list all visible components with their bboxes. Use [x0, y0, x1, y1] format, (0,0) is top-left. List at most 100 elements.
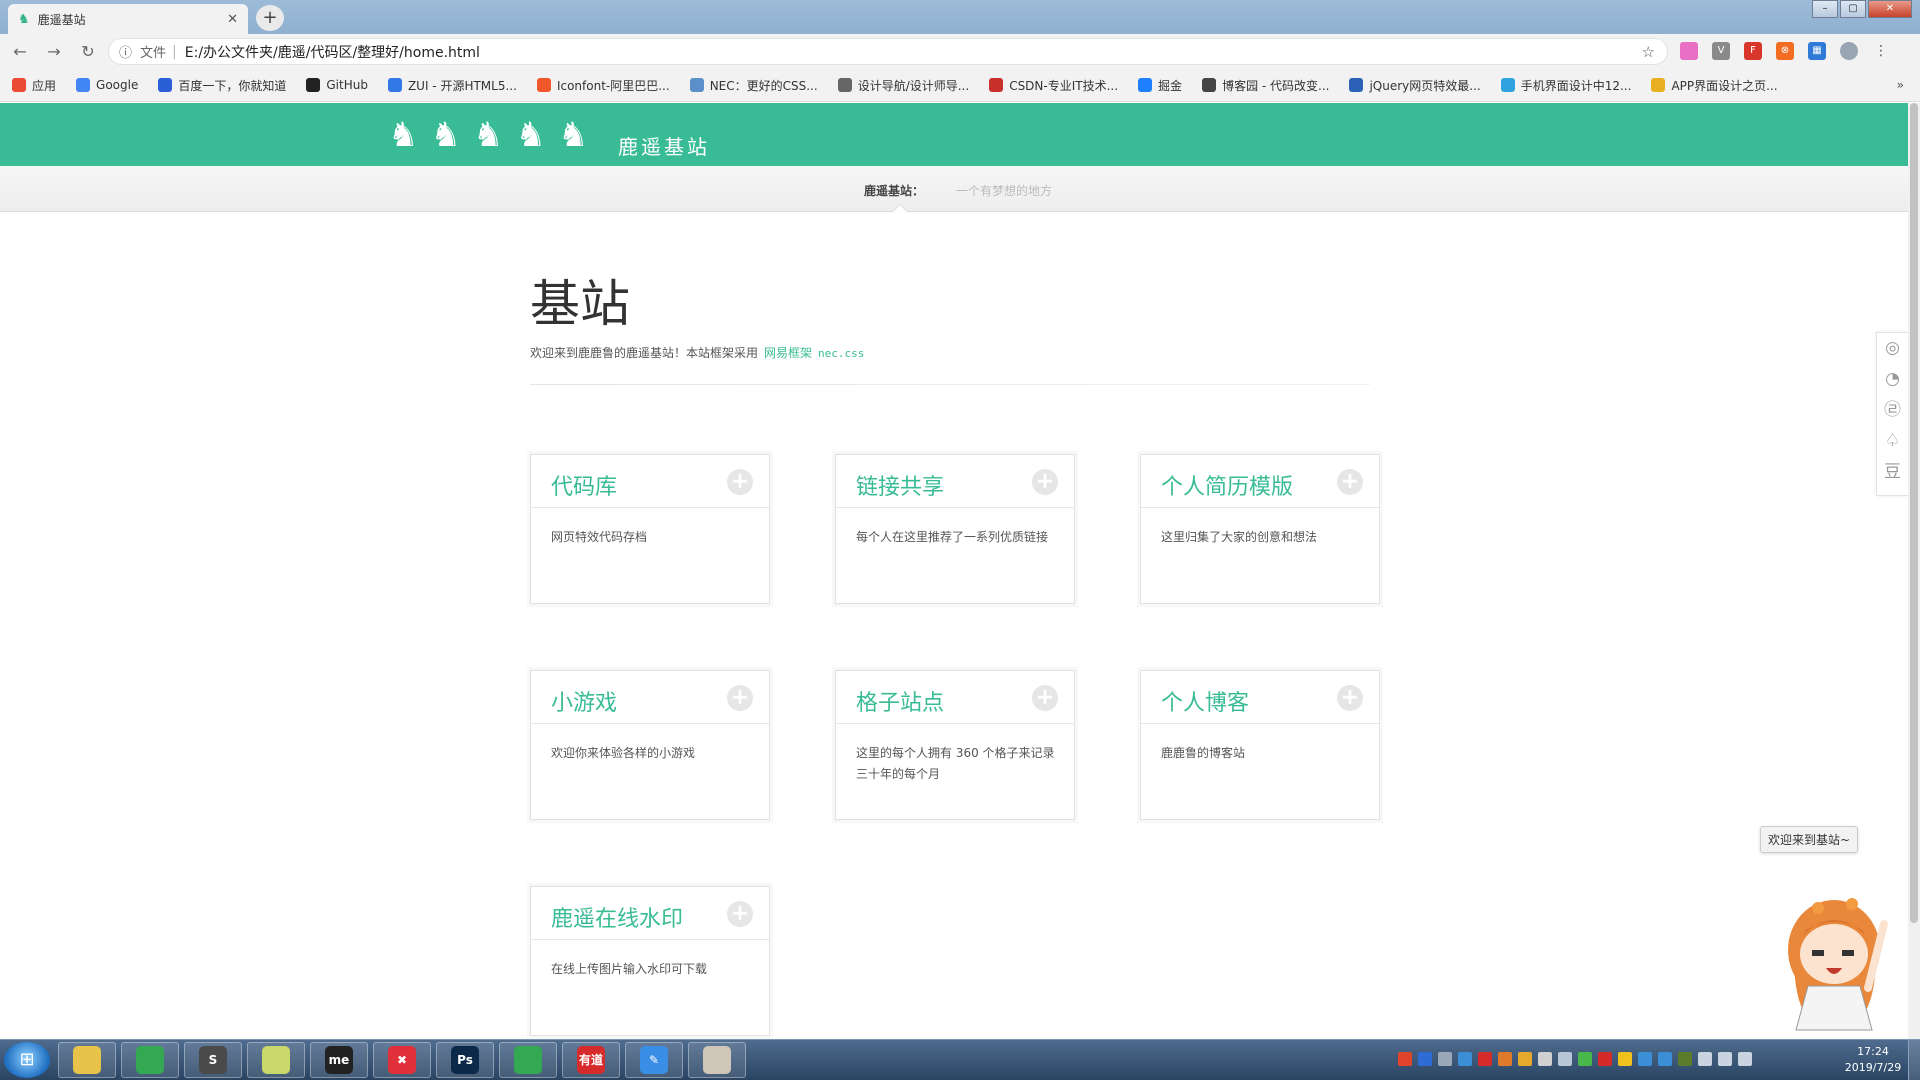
extension-icon[interactable]: ▦: [1808, 42, 1826, 60]
bookmark-item[interactable]: 百度一下，你就知道: [158, 77, 286, 94]
flag-icon[interactable]: [1718, 1052, 1732, 1066]
volume-icon[interactable]: [1698, 1052, 1712, 1066]
card-title[interactable]: 个人简历模版: [1161, 469, 1293, 501]
address-url[interactable]: E:/办公文件夹/鹿遥/代码区/整理好/home.html: [185, 42, 480, 62]
card-title[interactable]: 个人博客: [1161, 685, 1249, 717]
subnav-label[interactable]: 鹿遥基站：: [864, 182, 924, 199]
nvidia-icon[interactable]: [1678, 1052, 1692, 1066]
scrollbar-thumb[interactable]: [1910, 103, 1918, 923]
taskbar-app-button[interactable]: Ps: [436, 1042, 494, 1078]
plus-icon[interactable]: +: [1032, 469, 1058, 495]
taskbar-app-button[interactable]: S: [184, 1042, 242, 1078]
tray-app-icon[interactable]: [1638, 1052, 1652, 1066]
close-window-icon[interactable]: ✕: [1868, 0, 1912, 18]
bookmark-item[interactable]: Google: [76, 78, 138, 92]
card-title[interactable]: 小游戏: [551, 685, 617, 717]
plus-icon[interactable]: +: [1337, 469, 1363, 495]
card-title[interactable]: 代码库: [551, 469, 617, 501]
taskbar-app-button[interactable]: ✖: [373, 1042, 431, 1078]
tencent-weibo-icon[interactable]: ♤: [1877, 426, 1908, 457]
profile-avatar[interactable]: [1840, 42, 1858, 60]
page-scrollbar[interactable]: [1908, 103, 1920, 1039]
plus-icon[interactable]: +: [727, 901, 753, 927]
qzone-icon[interactable]: ㉣: [1877, 395, 1908, 426]
card-title[interactable]: 格子站点: [856, 685, 944, 717]
minimize-icon[interactable]: –: [1812, 0, 1838, 18]
tray-chevron-icon[interactable]: [1438, 1052, 1452, 1066]
card-title[interactable]: 链接共享: [856, 469, 944, 501]
deer-logo[interactable]: ♞ ♞ ♞ ♞ ♞: [388, 115, 588, 155]
tray-app-icon[interactable]: [1518, 1052, 1532, 1066]
sogou-icon[interactable]: [1398, 1052, 1412, 1066]
bookmark-item[interactable]: jQuery网页特效最...: [1349, 77, 1481, 94]
weibo-icon[interactable]: ◔: [1877, 364, 1908, 395]
bookmark-item[interactable]: 设计导航/设计师导...: [837, 77, 969, 94]
tray-app-icon[interactable]: [1458, 1052, 1472, 1066]
card-mini-games[interactable]: 小游戏 + 欢迎你来体验各样的小游戏: [530, 670, 770, 820]
card-grid-site[interactable]: 格子站点 + 这里的每个人拥有 360 个格子来记录三十年的每个月: [835, 670, 1075, 820]
bookmark-item[interactable]: ZUI - 开源HTML5...: [387, 77, 517, 94]
wechat-tray-icon[interactable]: [1578, 1052, 1592, 1066]
tray-app-icon[interactable]: [1598, 1052, 1612, 1066]
tray-app-icon[interactable]: [1558, 1052, 1572, 1066]
netease-music-icon[interactable]: [1478, 1052, 1492, 1066]
bookmark-item[interactable]: GitHub: [306, 78, 368, 92]
taskbar-app-button[interactable]: 有道: [562, 1042, 620, 1078]
extension-icon[interactable]: ⊗: [1776, 42, 1794, 60]
tray-app-icon[interactable]: [1498, 1052, 1512, 1066]
plus-icon[interactable]: +: [1337, 685, 1363, 711]
bookmark-item[interactable]: 应用: [12, 77, 56, 94]
show-desktop-button[interactable]: [1908, 1040, 1920, 1080]
taskbar-app-button[interactable]: [121, 1042, 179, 1078]
address-bar[interactable]: ⓘ 文件 | E:/办公文件夹/鹿遥/代码区/整理好/home.html ☆: [108, 38, 1668, 65]
taskbar-app-button[interactable]: me: [310, 1042, 368, 1078]
extension-icon[interactable]: [1680, 42, 1698, 60]
maximize-icon[interactable]: ▢: [1840, 0, 1866, 18]
bookmark-item[interactable]: 手机界面设计中12...: [1500, 77, 1631, 94]
browser-tab[interactable]: ♞ 鹿遥基站 ✕: [8, 4, 248, 34]
info-icon[interactable]: ⓘ: [119, 42, 132, 61]
framework-code-link[interactable]: nec.css: [818, 347, 864, 360]
framework-link[interactable]: 网易框架: [764, 346, 812, 360]
wechat-icon[interactable]: ◎: [1877, 333, 1908, 364]
tray-app-icon[interactable]: [1658, 1052, 1672, 1066]
bookmark-item[interactable]: CSDN-专业IT技术...: [989, 77, 1118, 94]
qq-tray-icon[interactable]: [1618, 1052, 1632, 1066]
tray-app-icon[interactable]: [1538, 1052, 1552, 1066]
close-tab-icon[interactable]: ✕: [227, 12, 238, 27]
card-code-library[interactable]: 代码库 + 网页特效代码存档: [530, 454, 770, 604]
forward-icon[interactable]: →: [40, 42, 68, 61]
site-name[interactable]: 鹿遥基站: [618, 131, 710, 160]
feedly-icon[interactable]: F: [1744, 42, 1762, 60]
card-resume-template[interactable]: 个人简历模版 + 这里归集了大家的创意和想法: [1140, 454, 1380, 604]
taskbar-clock[interactable]: 17:24 2019/7/29: [1838, 1044, 1908, 1076]
menu-icon[interactable]: ⋮: [1872, 42, 1890, 60]
bookmark-star-icon[interactable]: ☆: [1642, 43, 1655, 61]
bookmark-item[interactable]: 掘金: [1138, 77, 1182, 94]
card-title[interactable]: 鹿遥在线水印: [551, 901, 683, 933]
douban-icon[interactable]: 豆: [1877, 457, 1908, 488]
plus-icon[interactable]: +: [1032, 685, 1058, 711]
taskbar-app-button[interactable]: [688, 1042, 746, 1078]
card-online-watermark[interactable]: 鹿遥在线水印 + 在线上传图片输入水印可下载: [530, 886, 770, 1036]
network-icon[interactable]: [1738, 1052, 1752, 1066]
card-link-sharing[interactable]: 链接共享 + 每个人在这里推荐了一系列优质链接: [835, 454, 1075, 604]
help-icon[interactable]: [1418, 1052, 1432, 1066]
mascot-character[interactable]: [1772, 884, 1892, 1034]
bookmark-item[interactable]: 博客园 - 代码改变...: [1202, 77, 1329, 94]
plus-icon[interactable]: +: [727, 685, 753, 711]
plus-icon[interactable]: +: [727, 469, 753, 495]
taskbar-app-button[interactable]: [247, 1042, 305, 1078]
taskbar-app-button[interactable]: ✎: [625, 1042, 683, 1078]
more-bookmarks-icon[interactable]: »: [1897, 78, 1904, 92]
bookmark-item[interactable]: NEC：更好的CSS...: [689, 77, 818, 94]
bookmark-item[interactable]: Iconfont-阿里巴巴...: [536, 77, 670, 94]
card-personal-blog[interactable]: 个人博客 + 鹿鹿鲁的博客站: [1140, 670, 1380, 820]
bookmark-item[interactable]: APP界面设计之页...: [1651, 77, 1778, 94]
vue-devtools-icon[interactable]: V: [1712, 42, 1730, 60]
taskbar-app-button[interactable]: [499, 1042, 557, 1078]
windows-start-icon[interactable]: ⊞: [4, 1042, 50, 1078]
back-icon[interactable]: ←: [6, 42, 34, 61]
taskbar-app-button[interactable]: [58, 1042, 116, 1078]
reload-icon[interactable]: ↻: [74, 42, 102, 61]
